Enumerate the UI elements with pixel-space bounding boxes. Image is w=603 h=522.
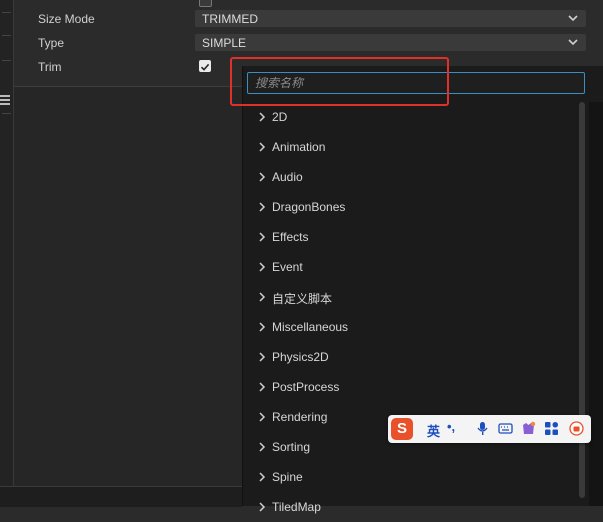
category-label: Effects xyxy=(272,230,309,244)
ime-language-toggle[interactable]: 英 xyxy=(427,421,440,440)
annotation-highlight-box xyxy=(230,57,449,106)
category-label: Audio xyxy=(272,170,303,184)
ime-logo[interactable]: S xyxy=(391,418,413,440)
size-mode-select[interactable]: TRIMMED xyxy=(195,10,586,27)
chevron-right-icon xyxy=(259,112,266,122)
strip-divider xyxy=(2,35,11,36)
chevron-right-icon xyxy=(259,412,266,422)
category-label: Sorting xyxy=(272,440,311,454)
chevron-right-icon xyxy=(259,232,266,242)
category-list: 2D Animation Audio DragonBones Effects E… xyxy=(247,102,577,514)
category-item[interactable]: 2D xyxy=(247,102,577,132)
category-item[interactable]: Audio xyxy=(247,162,577,192)
category-label: 2D xyxy=(272,110,288,124)
keyboard-icon[interactable] xyxy=(498,421,513,436)
category-label: DragonBones xyxy=(272,200,346,214)
category-label: Animation xyxy=(272,140,326,154)
chevron-right-icon xyxy=(259,322,266,332)
size-mode-value: TRIMMED xyxy=(202,12,258,26)
category-label: 自定义脚本 xyxy=(272,292,333,306)
menu-icon[interactable] xyxy=(0,95,10,105)
category-item[interactable]: TiledMap xyxy=(247,492,577,522)
ime-toolbar: S 英 •, xyxy=(388,415,591,443)
prev-row-checkbox[interactable] xyxy=(199,0,212,7)
bottom-status-bar xyxy=(0,486,242,507)
chevron-right-icon xyxy=(259,292,266,302)
category-item[interactable]: PostProcess xyxy=(247,372,577,402)
chevron-down-icon xyxy=(568,15,578,22)
left-panel-strip xyxy=(0,0,14,506)
size-mode-label: Size Mode xyxy=(38,12,95,26)
popup-right-track xyxy=(589,102,603,506)
chevron-right-icon xyxy=(259,352,266,362)
strip-divider xyxy=(2,12,11,13)
skin-icon[interactable] xyxy=(521,421,536,436)
chevron-right-icon xyxy=(259,202,266,212)
category-label: Physics2D xyxy=(272,350,329,364)
type-label: Type xyxy=(38,36,65,50)
type-value: SIMPLE xyxy=(202,36,247,50)
category-item[interactable]: DragonBones xyxy=(247,192,577,222)
chevron-right-icon xyxy=(259,382,266,392)
trim-label: Trim xyxy=(38,60,62,74)
category-label: Spine xyxy=(272,470,303,484)
chevron-right-icon xyxy=(259,502,266,512)
grid-icon[interactable] xyxy=(544,421,559,436)
microphone-icon[interactable] xyxy=(475,421,490,436)
chevron-right-icon xyxy=(259,442,266,452)
category-label: Rendering xyxy=(272,410,328,424)
category-item[interactable]: Effects xyxy=(247,222,577,252)
category-item[interactable]: 自定义脚本 xyxy=(247,282,577,312)
trim-checkbox[interactable] xyxy=(199,60,211,72)
category-item[interactable]: Miscellaneous xyxy=(247,312,577,342)
ime-punctuation-toggle[interactable]: •, xyxy=(447,419,455,434)
category-label: PostProcess xyxy=(272,380,340,394)
type-select[interactable]: SIMPLE xyxy=(195,34,586,51)
chevron-right-icon xyxy=(259,172,266,182)
chevron-right-icon xyxy=(259,142,266,152)
strip-divider xyxy=(2,113,11,114)
category-item[interactable]: Physics2D xyxy=(247,342,577,372)
checkmark-icon xyxy=(200,63,210,71)
chevron-right-icon xyxy=(259,472,266,482)
category-label: Event xyxy=(272,260,303,274)
category-item[interactable]: Animation xyxy=(247,132,577,162)
toolbox-icon[interactable] xyxy=(569,421,584,436)
chevron-right-icon xyxy=(259,262,266,272)
category-item[interactable]: Event xyxy=(247,252,577,282)
strip-divider xyxy=(2,60,11,61)
category-label: TiledMap xyxy=(272,500,321,514)
category-item[interactable]: Spine xyxy=(247,462,577,492)
category-label: Miscellaneous xyxy=(272,320,349,334)
chevron-down-icon xyxy=(568,39,578,46)
